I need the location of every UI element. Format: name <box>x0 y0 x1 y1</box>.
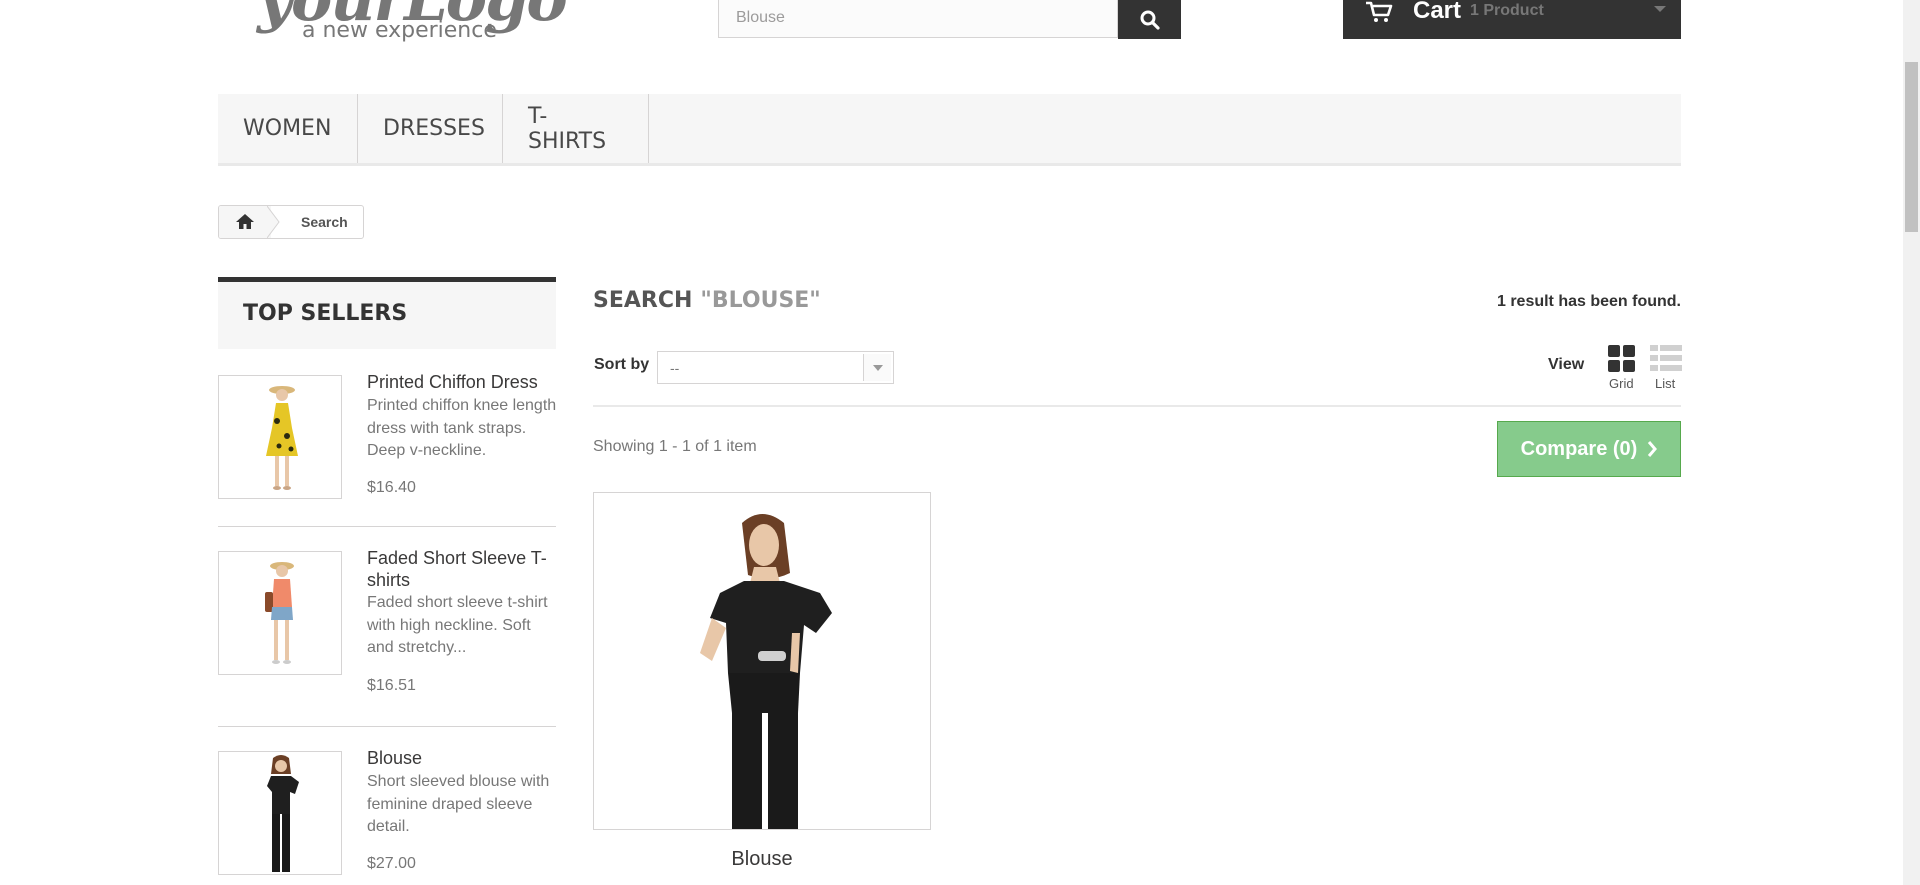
product-image <box>594 493 930 829</box>
product-name[interactable]: Blouse <box>593 848 931 871</box>
search-button[interactable] <box>1118 0 1181 39</box>
grid-view-icon[interactable] <box>1608 345 1636 373</box>
page-title-label: SEARCH <box>593 288 693 313</box>
sort-label: Sort by <box>594 356 650 373</box>
view-label: View <box>1548 356 1585 373</box>
breadcrumb-current: Search <box>301 214 348 230</box>
search-input[interactable] <box>719 0 1096 36</box>
divider <box>593 405 1681 407</box>
list-view-icon[interactable] <box>1650 345 1682 373</box>
menu-item-dresses[interactable]: DRESSES <box>358 94 503 163</box>
dress-photo <box>266 386 298 490</box>
search-query: "BLOUSE" <box>700 288 821 313</box>
compare-button[interactable]: Compare (0) <box>1497 421 1681 477</box>
logo-tagline: a new experience <box>302 18 497 43</box>
sort-select-arrow[interactable] <box>863 354 891 381</box>
menu-item-tshirts[interactable]: T-SHIRTS <box>503 94 649 163</box>
top-seller-price: $16.40 <box>367 479 416 496</box>
list-view-label[interactable]: List <box>1655 376 1675 391</box>
product-card[interactable] <box>593 492 931 830</box>
home-icon <box>236 214 254 229</box>
main-menu: WOMEN DRESSES T-SHIRTS <box>218 94 1681 166</box>
page: yourLogo a new experience Cart 1 Product… <box>0 0 1920 885</box>
top-seller-name[interactable]: Printed Chiffon Dress <box>367 371 557 393</box>
chevron-down-icon <box>872 364 883 371</box>
top-seller-price: $16.51 <box>367 677 416 694</box>
search-icon <box>1140 10 1160 30</box>
cart-label: Cart <box>1413 0 1462 24</box>
cart-icon <box>1366 1 1393 22</box>
divider <box>218 726 556 727</box>
page-title: SEARCH "BLOUSE" <box>593 288 821 313</box>
menu-item-women[interactable]: WOMEN <box>218 94 358 163</box>
top-seller-price: $27.00 <box>367 855 416 872</box>
sort-select-value: -- <box>670 360 680 376</box>
top-seller-name[interactable]: Blouse <box>367 747 557 769</box>
top-sellers-title: TOP SELLERS <box>218 277 556 349</box>
top-seller-name[interactable]: Faded Short Sleeve T-shirts <box>367 547 557 591</box>
tshirt-photo <box>265 562 294 664</box>
top-seller-image[interactable] <box>218 751 342 875</box>
breadcrumb-home[interactable] <box>219 206 271 238</box>
chevron-down-icon <box>1654 6 1666 12</box>
divider <box>218 526 556 527</box>
top-seller-description: Faded short sleeve t-shirt with high nec… <box>367 594 548 656</box>
grid-view-label[interactable]: Grid <box>1609 376 1634 391</box>
cart-quantity: 1 Product <box>1470 2 1544 19</box>
breadcrumb-separator <box>267 206 280 238</box>
chevron-right-icon <box>1648 441 1658 457</box>
scrollbar[interactable] <box>1903 0 1920 885</box>
top-sellers-block: TOP SELLERS Printed Chiffon Dress Printe… <box>218 277 556 875</box>
top-seller-description: Printed chiffon knee length dress with t… <box>367 397 557 459</box>
site-logo[interactable]: yourLogo a new experience <box>255 0 615 50</box>
top-seller-image[interactable] <box>218 375 342 499</box>
top-seller-description: Short sleeved blouse with feminine drape… <box>367 773 550 835</box>
results-count: 1 result has been found. <box>1496 293 1681 310</box>
showing-count: Showing 1 - 1 of 1 item <box>593 438 757 455</box>
top-seller-image[interactable] <box>218 551 342 675</box>
breadcrumb: Search <box>218 205 364 239</box>
cart-button[interactable]: Cart 1 Product <box>1343 0 1681 39</box>
scrollbar-thumb[interactable] <box>1905 62 1918 232</box>
sort-select[interactable]: -- <box>657 351 894 384</box>
blouse-photo <box>267 755 299 872</box>
compare-label: Compare (0) <box>1520 437 1638 460</box>
search-box <box>718 0 1118 38</box>
